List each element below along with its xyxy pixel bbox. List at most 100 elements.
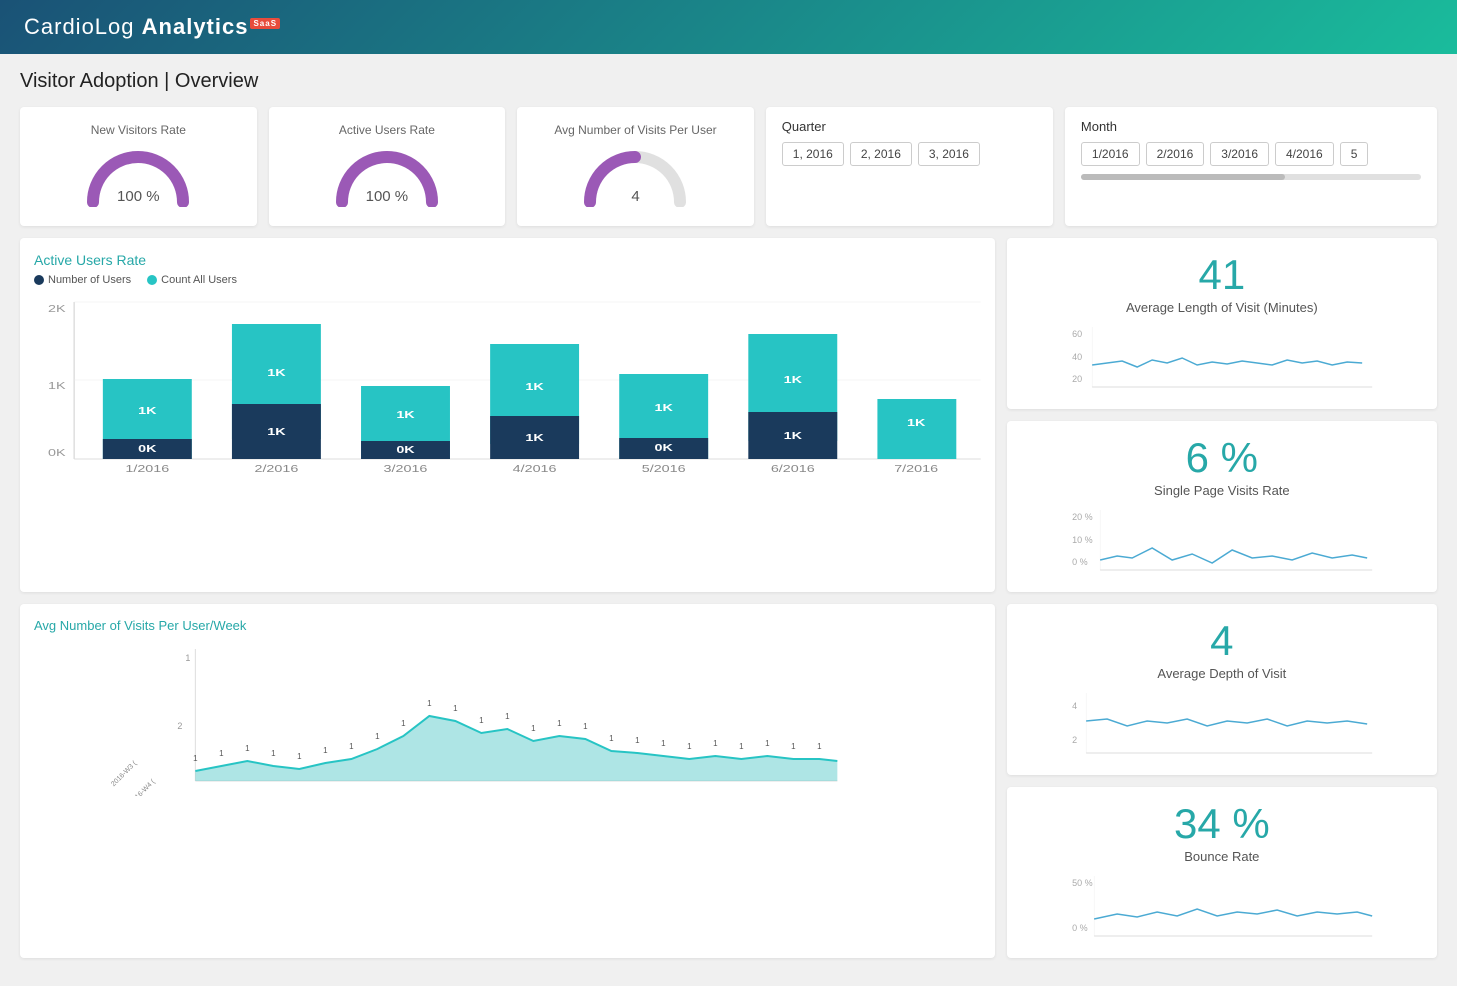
bar-chart-svg: 2K 1K 0K 1K 0K 1/2016 1K [34, 294, 981, 479]
svg-text:1: 1 [349, 742, 354, 751]
avg-visits-area-card: Avg Number of Visits Per User/Week 1 2 1… [20, 604, 995, 958]
svg-text:1: 1 [609, 734, 614, 743]
svg-text:7/2016: 7/2016 [894, 463, 938, 474]
svg-text:2K: 2K [48, 303, 66, 314]
avg-visits-title: Avg Number of Visits Per User/Week [34, 618, 981, 633]
avg-length-value: 41 [1023, 254, 1421, 296]
active-users-value: 100 % [332, 188, 442, 205]
legend-count-all-users: Count All Users [147, 274, 237, 286]
legend-label-users: Number of Users [48, 274, 131, 286]
legend-label-all: Count All Users [161, 274, 237, 286]
svg-text:1: 1 [297, 752, 302, 761]
svg-text:4/2016: 4/2016 [513, 463, 557, 474]
svg-text:2016-W3 (: 2016-W3 ( [110, 760, 139, 789]
svg-text:40: 40 [1072, 352, 1082, 362]
svg-text:1: 1 [219, 749, 224, 758]
svg-text:1: 1 [739, 742, 744, 751]
avg-visits-value: 4 [580, 188, 690, 205]
top-row: New Visitors Rate 100 % Active Users Rat… [20, 107, 1437, 226]
svg-text:1K: 1K [48, 380, 66, 391]
svg-text:1K: 1K [525, 381, 543, 392]
month-btn-5[interactable]: 5 [1340, 142, 1369, 166]
svg-text:1K: 1K [525, 432, 543, 443]
svg-text:1: 1 [271, 749, 276, 758]
svg-text:1: 1 [453, 704, 458, 713]
active-users-gauge-card: Active Users Rate 100 % [269, 107, 506, 226]
bounce-rate-sparkline: 50 % 0 % Jan 2016 Mar 2016 May 2016 [1023, 874, 1421, 939]
quarter-buttons: 1, 2016 2, 2016 3, 2016 [782, 142, 1037, 166]
svg-text:50 %: 50 % [1072, 878, 1093, 888]
svg-text:1: 1 [661, 739, 666, 748]
svg-text:0K: 0K [396, 444, 414, 455]
month-buttons: 1/2016 2/2016 3/2016 4/2016 5 [1081, 142, 1421, 166]
month-btn-3[interactable]: 3/2016 [1210, 142, 1269, 166]
middle-row: Active Users Rate Number of Users Count … [20, 238, 1437, 592]
svg-text:6/2016: 6/2016 [771, 463, 815, 474]
main-content: Visitor Adoption | Overview New Visitors… [0, 54, 1457, 986]
avg-length-sparkline: 60 40 20 Jan 2016 Mar 2016 May 2016 [1023, 325, 1421, 390]
svg-text:1: 1 [765, 739, 770, 748]
svg-text:1K: 1K [396, 409, 414, 420]
svg-text:1: 1 [479, 716, 484, 725]
svg-text:1: 1 [323, 746, 328, 755]
svg-text:1K: 1K [784, 430, 802, 441]
svg-text:1: 1 [427, 699, 432, 708]
new-visitors-gauge: 100 % [83, 147, 193, 207]
quarter-btn-1[interactable]: 1, 2016 [782, 142, 844, 166]
right-stats-col: 41 Average Length of Visit (Minutes) 60 … [1007, 238, 1437, 592]
avg-depth-desc: Average Depth of Visit [1023, 666, 1421, 681]
right-bottom-col: 4 Average Depth of Visit 4 2 Jan 2016 Ma… [1007, 604, 1437, 958]
svg-text:1K: 1K [138, 405, 156, 416]
svg-text:3/2016: 3/2016 [384, 463, 428, 474]
quarter-btn-3[interactable]: 3, 2016 [918, 142, 980, 166]
svg-text:0K: 0K [48, 447, 66, 458]
svg-text:2016-W4 (: 2016-W4 ( [129, 778, 158, 796]
svg-text:4: 4 [1072, 701, 1077, 711]
avg-length-desc: Average Length of Visit (Minutes) [1023, 300, 1421, 315]
svg-text:20 %: 20 % [1072, 512, 1093, 522]
svg-text:60: 60 [1072, 329, 1082, 339]
chart-legend: Number of Users Count All Users [34, 274, 981, 286]
avg-depth-value: 4 [1023, 620, 1421, 662]
single-page-card: 6 % Single Page Visits Rate 20 % 10 % 0 … [1007, 421, 1437, 592]
svg-text:1K: 1K [907, 417, 925, 428]
avg-visits-label: Avg Number of Visits Per User [529, 123, 742, 137]
svg-text:0 %: 0 % [1072, 557, 1088, 567]
month-scrollbar[interactable] [1081, 174, 1421, 180]
svg-text:1: 1 [245, 744, 250, 753]
month-btn-4[interactable]: 4/2016 [1275, 142, 1334, 166]
new-visitors-label: New Visitors Rate [32, 123, 245, 137]
svg-text:1K: 1K [267, 426, 285, 437]
svg-text:1: 1 [713, 739, 718, 748]
quarter-btn-2[interactable]: 2, 2016 [850, 142, 912, 166]
svg-text:1K: 1K [784, 374, 802, 385]
svg-text:5/2016: 5/2016 [642, 463, 686, 474]
svg-text:1/2016: 1/2016 [125, 463, 169, 474]
svg-text:2: 2 [1072, 735, 1077, 745]
svg-text:10 %: 10 % [1072, 535, 1093, 545]
legend-number-of-users: Number of Users [34, 274, 131, 286]
svg-text:0K: 0K [655, 442, 673, 453]
bounce-rate-card: 34 % Bounce Rate 50 % 0 % Jan 2016 Mar 2… [1007, 787, 1437, 958]
area-chart-svg: 1 2 1 1 1 1 1 1 1 1 1 1 1 [34, 641, 981, 796]
svg-text:20: 20 [1072, 374, 1082, 384]
svg-text:1K: 1K [655, 402, 673, 413]
svg-text:1: 1 [531, 724, 536, 733]
svg-text:1: 1 [375, 732, 380, 741]
month-btn-1[interactable]: 1/2016 [1081, 142, 1140, 166]
avg-depth-sparkline: 4 2 Jan 2016 Mar 2016 May 2016 [1023, 691, 1421, 756]
month-btn-2[interactable]: 2/2016 [1146, 142, 1205, 166]
new-visitors-value: 100 % [83, 188, 193, 205]
svg-text:1: 1 [583, 722, 588, 731]
svg-text:1: 1 [817, 742, 822, 751]
svg-text:1: 1 [635, 736, 640, 745]
active-users-label: Active Users Rate [281, 123, 494, 137]
new-visitors-gauge-card: New Visitors Rate 100 % [20, 107, 257, 226]
svg-text:1K: 1K [267, 367, 285, 378]
page-title: Visitor Adoption | Overview [20, 70, 1437, 93]
logo: CardioLog AnalyticsSaaS [24, 14, 280, 40]
single-page-desc: Single Page Visits Rate [1023, 483, 1421, 498]
month-scroll-thumb [1081, 174, 1285, 180]
svg-text:0K: 0K [138, 443, 156, 454]
single-page-value: 6 % [1023, 437, 1421, 479]
